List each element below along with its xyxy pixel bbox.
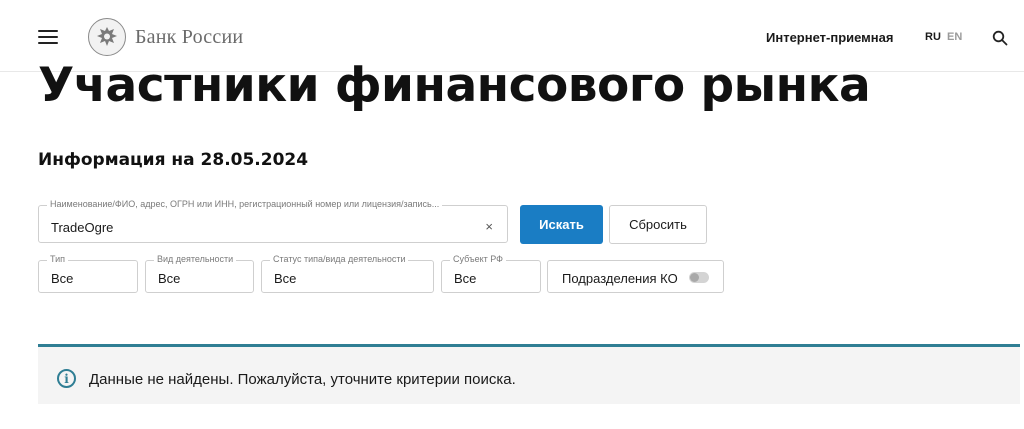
ko-divisions-filter: Подразделения КО bbox=[547, 260, 724, 293]
page-title: Участники финансового рынка bbox=[38, 58, 871, 113]
activity-select-value: Все bbox=[158, 271, 181, 286]
activity-select[interactable]: Вид деятельности Все bbox=[145, 254, 254, 293]
type-select-value: Все bbox=[51, 271, 74, 286]
type-select[interactable]: Тип Все bbox=[38, 254, 138, 293]
status-select[interactable]: Статус типа/вида деятельности Все bbox=[261, 254, 434, 293]
hamburger-menu-icon[interactable] bbox=[38, 30, 58, 44]
activity-select-legend: Вид деятельности bbox=[154, 254, 237, 264]
lang-ru-link[interactable]: RU bbox=[925, 31, 941, 43]
toggle-knob bbox=[690, 273, 699, 282]
region-select[interactable]: Субъект РФ Все bbox=[441, 254, 541, 293]
search-input-legend: Наименование/ФИО, адрес, ОГРН или ИНН, р… bbox=[47, 199, 443, 209]
clear-icon[interactable]: × bbox=[485, 219, 493, 234]
region-select-legend: Субъект РФ bbox=[450, 254, 506, 264]
status-select-value: Все bbox=[274, 271, 297, 286]
info-date-heading: Информация на 28.05.2024 bbox=[38, 150, 309, 170]
search-input[interactable]: Наименование/ФИО, адрес, ОГРН или ИНН, р… bbox=[38, 199, 508, 243]
info-icon: i bbox=[57, 369, 76, 388]
ko-divisions-label: Подразделения КО bbox=[562, 271, 678, 286]
search-input-value[interactable]: TradeOgre bbox=[51, 220, 113, 235]
lang-en-link[interactable]: EN bbox=[947, 31, 962, 43]
internet-reception-link[interactable]: Интернет-приемная bbox=[766, 30, 893, 45]
bank-emblem-logo[interactable] bbox=[88, 18, 126, 56]
brand-name[interactable]: Банк России bbox=[135, 26, 243, 49]
reset-button[interactable]: Сбросить bbox=[609, 205, 707, 244]
notice-text: Данные не найдены. Пожалуйста, уточните … bbox=[89, 371, 516, 388]
ko-divisions-toggle[interactable] bbox=[689, 272, 709, 283]
type-select-legend: Тип bbox=[47, 254, 69, 264]
search-button[interactable]: Искать bbox=[520, 205, 603, 244]
region-select-value: Все bbox=[454, 271, 477, 286]
no-results-notice: i Данные не найдены. Пожалуйста, уточнит… bbox=[38, 344, 1020, 404]
search-icon[interactable] bbox=[992, 30, 1008, 46]
status-select-legend: Статус типа/вида деятельности bbox=[270, 254, 409, 264]
